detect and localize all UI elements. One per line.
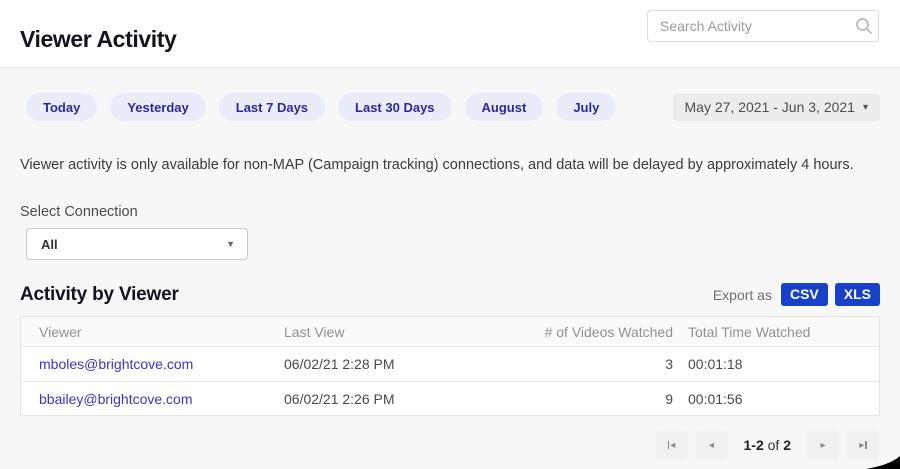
filter-row: Today Yesterday Last 7 Days Last 30 Days… xyxy=(20,93,880,121)
pill-august[interactable]: August xyxy=(465,93,544,121)
select-caret-icon: ▼ xyxy=(226,239,235,249)
export-csv-button[interactable]: CSV xyxy=(781,283,828,306)
next-page-button[interactable]: ▸ xyxy=(807,431,839,459)
export-xls-button[interactable]: XLS xyxy=(835,283,880,306)
page-of-label: of xyxy=(768,437,780,453)
first-page-bar-icon xyxy=(668,441,670,449)
page-title: Viewer Activity xyxy=(20,26,176,53)
column-header-last-view: Last View xyxy=(284,324,539,340)
pill-july[interactable]: July xyxy=(556,93,616,121)
connection-label: Select Connection xyxy=(20,204,880,220)
last-page-bar-icon xyxy=(865,441,867,449)
videos-watched-cell: 9 xyxy=(539,391,673,407)
table-header-row: Viewer Last View # of Videos Watched Tot… xyxy=(21,317,879,347)
last-page-button[interactable]: ▸ xyxy=(847,431,879,459)
notice-text: Viewer activity is only available for no… xyxy=(20,157,880,173)
search-input[interactable] xyxy=(648,18,850,34)
date-range-dropdown[interactable]: May 27, 2021 - Jun 3, 2021 ▾ xyxy=(673,94,880,121)
pill-last-30-days[interactable]: Last 30 Days xyxy=(338,93,452,121)
last-view-cell: 06/02/21 2:28 PM xyxy=(284,356,539,372)
top-bar: Viewer Activity xyxy=(0,0,900,68)
videos-watched-cell: 3 xyxy=(539,356,673,372)
export-group: Export as CSV XLS xyxy=(713,283,880,306)
export-label: Export as xyxy=(713,287,772,303)
date-range-value: May 27, 2021 - Jun 3, 2021 xyxy=(685,99,855,115)
pill-today[interactable]: Today xyxy=(26,93,97,121)
total-time-cell: 00:01:18 xyxy=(673,356,879,372)
next-page-arrow-icon: ▸ xyxy=(820,440,825,451)
last-view-cell: 06/02/21 2:26 PM xyxy=(284,391,539,407)
connection-select[interactable]: All ▼ xyxy=(26,228,248,260)
screen-corner-artifact xyxy=(866,456,900,469)
total-time-cell: 00:01:56 xyxy=(673,391,879,407)
viewer-activity-table: Viewer Last View # of Videos Watched Tot… xyxy=(20,316,880,416)
first-page-button[interactable]: ◂ xyxy=(656,431,688,459)
date-pills: Today Yesterday Last 7 Days Last 30 Days… xyxy=(26,93,616,121)
page-total: 2 xyxy=(783,437,791,453)
main-content: Today Yesterday Last 7 Days Last 30 Days… xyxy=(0,93,900,459)
connection-selected-value: All xyxy=(41,237,58,252)
page-info: 1-2 of 2 xyxy=(744,437,792,453)
chevron-down-icon: ▾ xyxy=(863,102,868,113)
viewer-email-link[interactable]: mboles@brightcove.com xyxy=(39,356,193,372)
column-header-total-time: Total Time Watched xyxy=(673,324,879,340)
search-box[interactable] xyxy=(647,10,879,42)
column-header-videos-watched: # of Videos Watched xyxy=(539,324,673,340)
column-header-viewer: Viewer xyxy=(39,324,284,340)
pill-last-7-days[interactable]: Last 7 Days xyxy=(219,93,325,121)
viewer-email-link[interactable]: bbailey@brightcove.com xyxy=(39,391,193,407)
section-title: Activity by Viewer xyxy=(20,284,179,306)
search-icon xyxy=(850,17,878,35)
pill-yesterday[interactable]: Yesterday xyxy=(110,93,205,121)
page-range: 1-2 xyxy=(744,437,764,453)
last-page-arrow-icon: ▸ xyxy=(859,440,864,451)
section-header: Activity by Viewer Export as CSV XLS xyxy=(20,283,880,306)
previous-page-button[interactable]: ◂ xyxy=(696,431,728,459)
first-page-arrow-icon: ◂ xyxy=(670,440,675,451)
table-row: bbailey@brightcove.com 06/02/21 2:26 PM … xyxy=(21,381,879,415)
previous-page-arrow-icon: ◂ xyxy=(709,440,714,451)
pagination: ◂ ◂ 1-2 of 2 ▸ ▸ xyxy=(20,431,880,459)
table-row: mboles@brightcove.com 06/02/21 2:28 PM 3… xyxy=(21,347,879,381)
